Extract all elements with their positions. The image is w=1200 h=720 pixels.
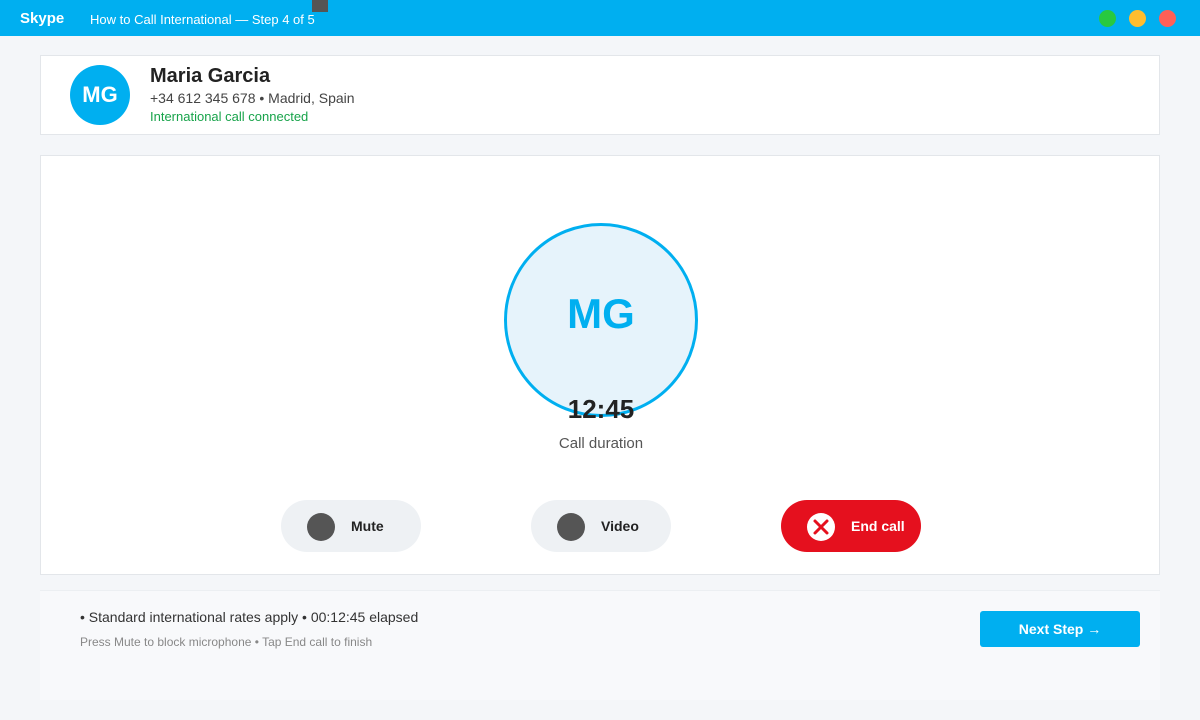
minimize-icon[interactable]: [1129, 10, 1146, 27]
video-label: Video: [601, 518, 639, 534]
call-timer-label: Call duration: [558, 435, 644, 452]
next-step-button[interactable]: Next Step →: [980, 611, 1140, 647]
instructions-hint: Press Mute to block microphone • Tap End…: [80, 635, 373, 649]
end-call-button[interactable]: End call: [781, 500, 921, 552]
footer-panel: • Standard international rates apply • 0…: [40, 590, 1160, 700]
call-timer: 12:45: [567, 394, 635, 424]
call-avatar-initials: MG: [567, 290, 635, 337]
window-title: How to Call International — Step 4 of 5: [90, 12, 315, 27]
app-name: Skype: [20, 10, 65, 27]
contact-card: MG Maria Garcia +34 612 345 678 • Madrid…: [40, 55, 1160, 135]
microphone-icon: [307, 513, 335, 541]
video-icon: [557, 513, 585, 541]
rates-info: • Standard international rates apply • 0…: [80, 609, 419, 625]
call-status: International call connected: [150, 109, 309, 124]
mute-button[interactable]: Mute: [281, 500, 421, 552]
video-button[interactable]: Video: [531, 500, 671, 552]
close-x-icon: [807, 513, 835, 541]
call-panel: MG 12:45 Call duration Mute Video End ca…: [40, 155, 1160, 575]
drag-handle[interactable]: [312, 0, 328, 12]
avatar: MG: [70, 65, 130, 125]
mute-label: Mute: [351, 518, 384, 534]
maximize-icon[interactable]: [1099, 10, 1116, 27]
call-avatar: MG: [504, 223, 698, 417]
end-call-label: End call: [851, 518, 905, 534]
contact-phone-location: +34 612 345 678 • Madrid, Spain: [150, 90, 355, 106]
title-bar: Skype How to Call International — Step 4…: [0, 0, 1200, 36]
close-icon[interactable]: [1159, 10, 1176, 27]
contact-name: Maria Garcia: [150, 65, 271, 87]
